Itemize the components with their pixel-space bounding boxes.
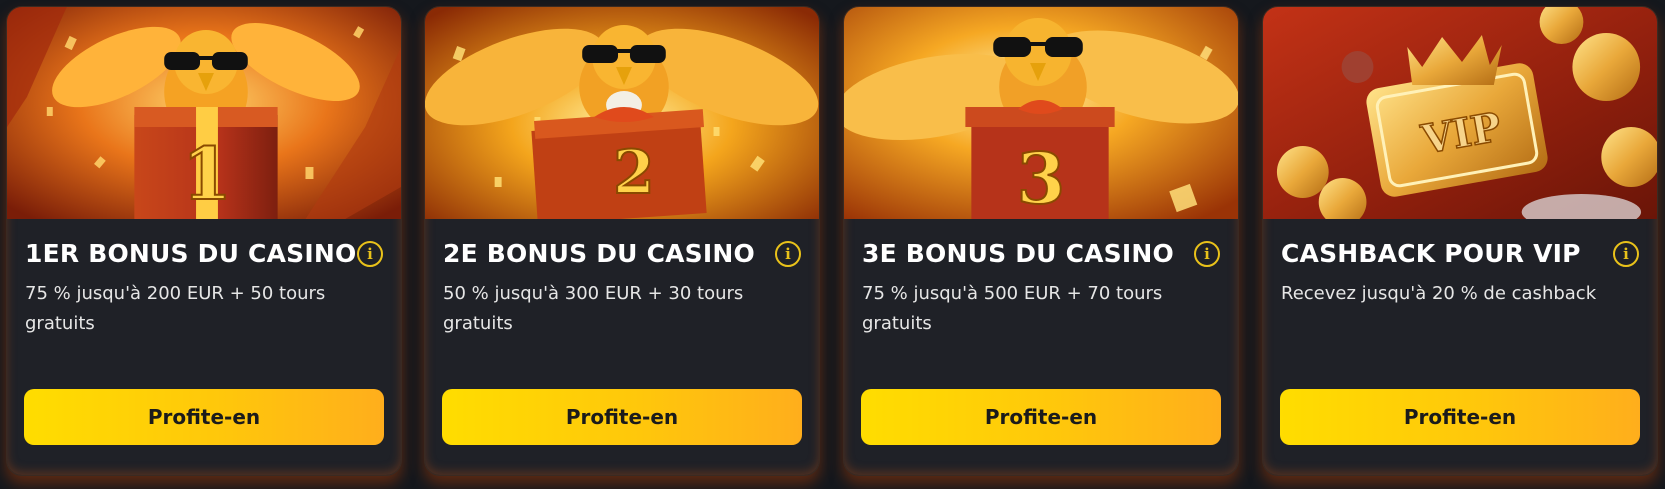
vip-cashback-card-image: VIP (1263, 7, 1657, 219)
bonus-card-1-image: 1 (7, 7, 401, 219)
bonus-card-description: 75 % jusqu'à 500 EUR + 70 tours gratuits (862, 283, 1163, 334)
bonus-card-3: 3 3E BONUS DU CASINO i 75 % jusqu'à 500 … (843, 6, 1239, 476)
info-icon[interactable]: i (775, 241, 801, 267)
bonus-card-1: 1 1ER BONUS DU CASINO i 75 % jusqu'à 200… (6, 6, 402, 476)
claim-bonus-button[interactable]: Profite-en (24, 389, 384, 445)
bonus-card-title: CASHBACK POUR VIP (1281, 239, 1581, 268)
vip-cashback-card: VIP CASHBACK POUR VIP i Recevez jusqu'à … (1262, 6, 1658, 476)
info-icon[interactable]: i (1613, 241, 1639, 267)
info-icon[interactable]: i (357, 241, 383, 267)
bonus-card-description: 75 % jusqu'à 200 EUR + 50 tours gratuits (25, 283, 326, 334)
bonus-card-title: 2E BONUS DU CASINO (443, 239, 755, 268)
bonus-card-3-image: 3 (844, 7, 1238, 219)
claim-bonus-button[interactable]: Profite-en (1280, 389, 1640, 445)
bonus-card-description: 50 % jusqu'à 300 EUR + 30 tours gratuits (443, 283, 744, 334)
svg-text:1: 1 (182, 132, 232, 216)
bonus-card-row: 1 1ER BONUS DU CASINO i 75 % jusqu'à 200… (0, 0, 1665, 489)
bonus-card-title: 3E BONUS DU CASINO (862, 239, 1174, 268)
bonus-card-title: 1ER BONUS DU CASINO (25, 239, 357, 268)
bonus-card-description: Recevez jusqu'à 20 % de cashback (1281, 283, 1597, 304)
svg-text:3: 3 (1017, 138, 1065, 219)
svg-text:2: 2 (613, 138, 655, 208)
claim-bonus-button[interactable]: Profite-en (442, 389, 802, 445)
bonus-card-2-image: 2 (425, 7, 819, 219)
claim-bonus-button[interactable]: Profite-en (861, 389, 1221, 445)
bonus-card-2: 2 2E BONUS DU CASINO i 50 % jusqu'à 300 … (424, 6, 820, 476)
info-icon[interactable]: i (1194, 241, 1220, 267)
